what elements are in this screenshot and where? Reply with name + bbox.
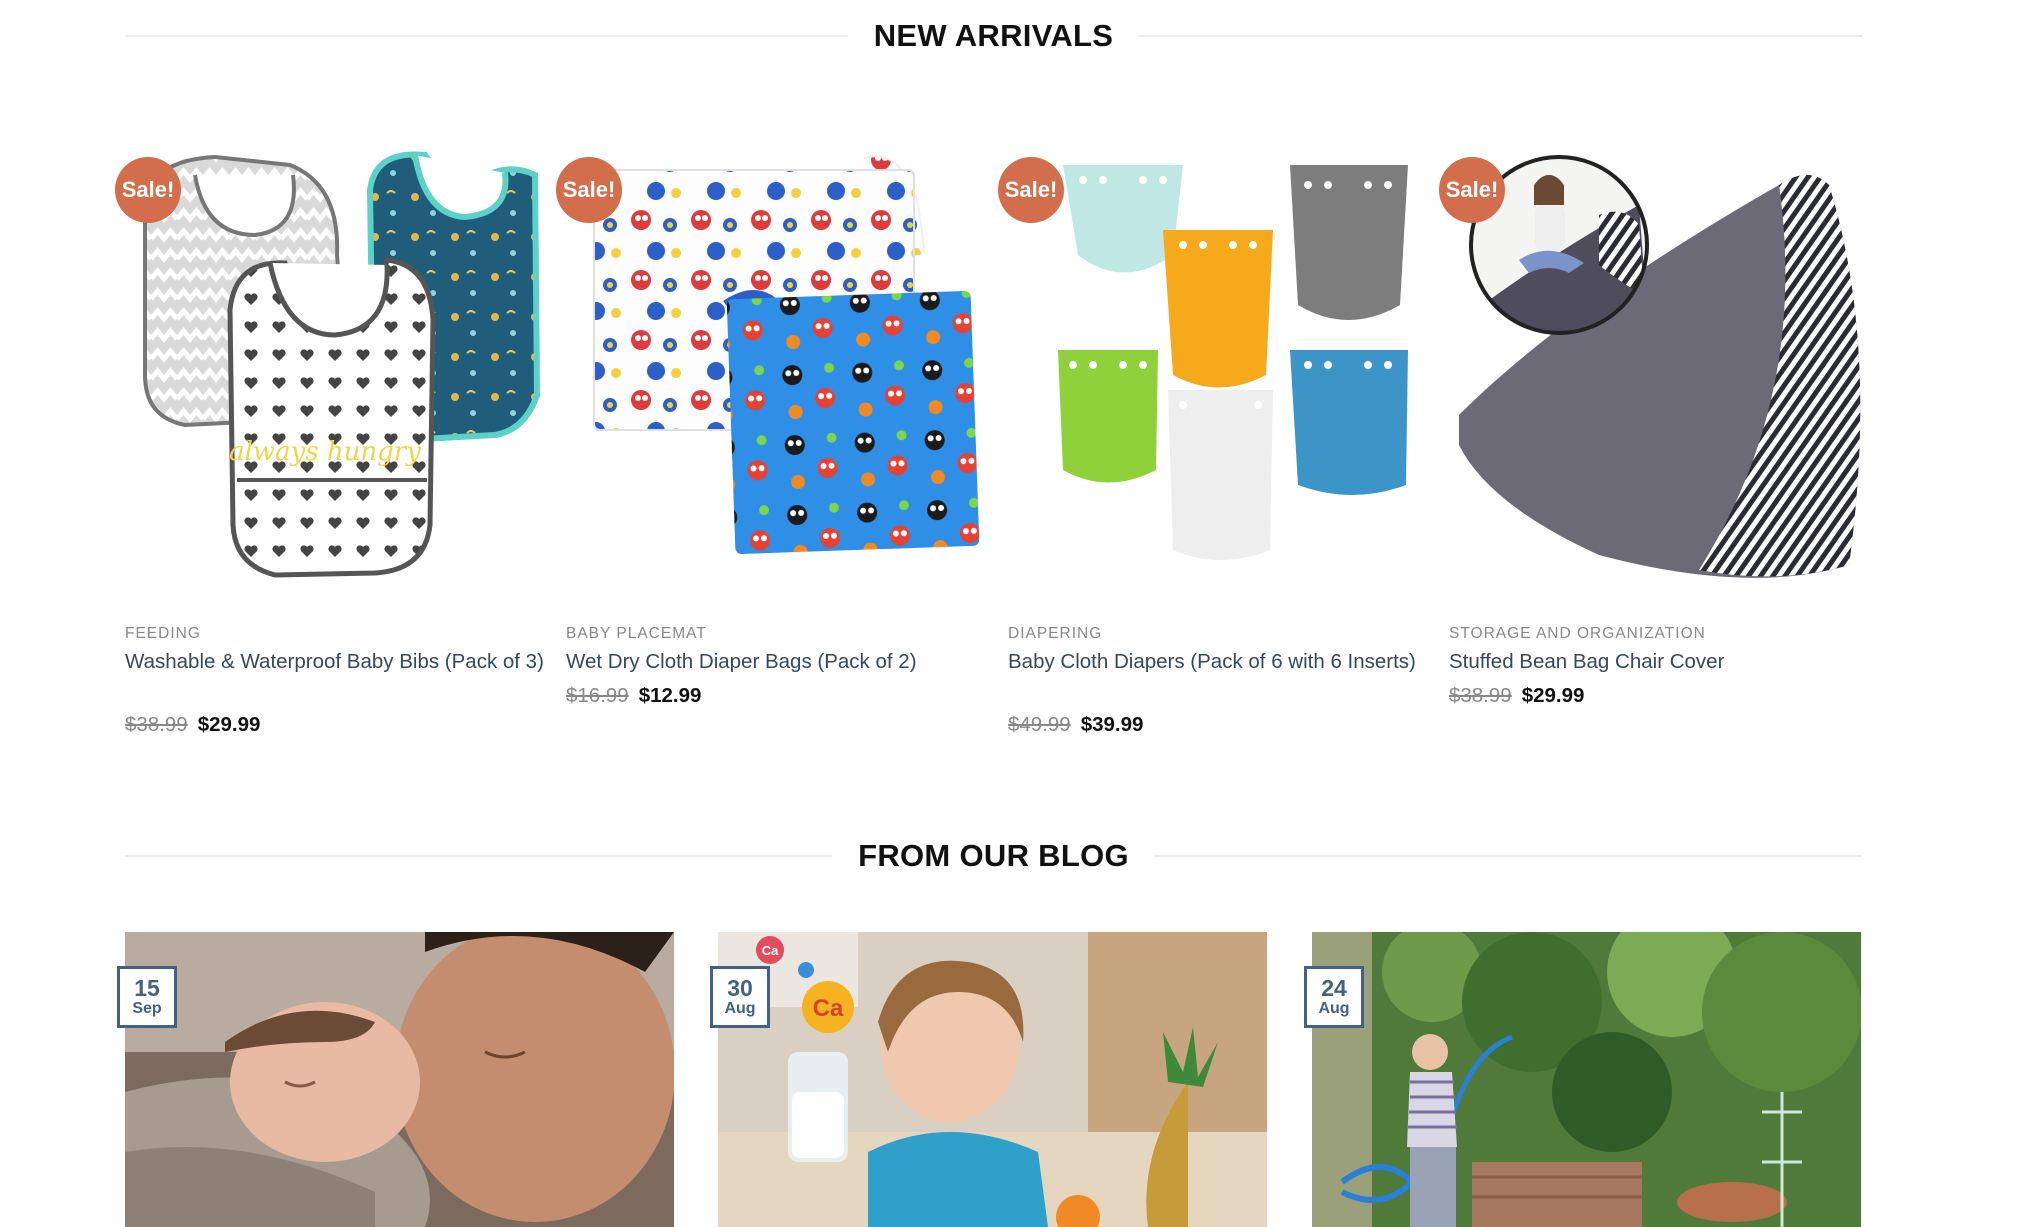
product-price: $16.99 $12.99 <box>566 682 985 710</box>
blog-post-image[interactable]: Ca Ca <box>718 932 1267 1227</box>
post-date-badge: 15 Sep <box>117 966 177 1028</box>
post-day: 15 <box>134 975 160 1001</box>
bib-print-text: always hungry <box>229 437 421 467</box>
product-category[interactable]: DIAPERING <box>1008 625 1427 643</box>
blog-header: FROM OUR BLOG <box>125 838 1863 874</box>
post-date-badge: 24 Aug <box>1304 966 1364 1028</box>
calcium-large-text: Ca <box>813 995 844 1022</box>
calcium-small-text: Ca <box>762 943 779 958</box>
divider <box>125 855 833 857</box>
sale-price: $39.99 <box>1080 713 1144 736</box>
post-day: 24 <box>1321 975 1347 1001</box>
post-date-badge: 30 Aug <box>710 966 770 1028</box>
blog-post-image[interactable] <box>1312 932 1861 1227</box>
product-title[interactable]: Baby Cloth Diapers (Pack of 6 with 6 Ins… <box>1008 647 1427 676</box>
divider <box>125 35 848 37</box>
product-image-cloth-diapers[interactable] <box>1008 145 1427 585</box>
old-price: $38.99 <box>1449 684 1512 707</box>
new-arrivals-title: NEW ARRIVALS <box>873 18 1114 53</box>
post-month: Sep <box>132 1000 162 1017</box>
sale-badge: Sale! <box>556 157 622 223</box>
product-price: $38.99 $29.99 <box>1449 682 1868 710</box>
post-day: 30 <box>727 975 753 1001</box>
diaper <box>1163 230 1273 388</box>
post-month: Aug <box>724 1000 756 1017</box>
product-category[interactable]: STORAGE AND ORGANIZATION <box>1449 625 1868 643</box>
sale-price: $29.99 <box>197 713 261 736</box>
diaper <box>1058 350 1158 483</box>
new-arrivals-header: NEW ARRIVALS <box>125 18 1863 54</box>
blog-title: FROM OUR BLOG <box>858 838 1129 873</box>
product-title[interactable]: Wet Dry Cloth Diaper Bags (Pack of 2) <box>566 647 985 676</box>
sale-badge: Sale! <box>1439 157 1505 223</box>
sale-price: $29.99 <box>1521 684 1585 707</box>
old-price: $49.99 <box>1008 713 1071 736</box>
post-month: Aug <box>1318 1000 1350 1017</box>
diaper <box>1290 165 1408 320</box>
diaper <box>1290 350 1408 495</box>
old-price: $16.99 <box>566 684 629 707</box>
old-price: $38.99 <box>125 713 188 736</box>
sale-badge: Sale! <box>998 157 1064 223</box>
sale-price: $12.99 <box>638 684 702 707</box>
product-image-diaper-bags[interactable] <box>566 145 985 585</box>
product-title[interactable]: Washable & Waterproof Baby Bibs (Pack of… <box>125 647 544 676</box>
sale-badge: Sale! <box>115 157 181 223</box>
blog-post-image[interactable] <box>125 932 674 1227</box>
diaper <box>1168 390 1273 560</box>
divider <box>1139 35 1863 37</box>
product-title[interactable]: Stuffed Bean Bag Chair Cover <box>1449 647 1868 676</box>
product-category[interactable]: FEEDING <box>125 625 544 643</box>
product-category[interactable]: BABY PLACEMAT <box>566 625 985 643</box>
product-price: $49.99 $39.99 <box>1008 711 1427 739</box>
product-price: $38.99 $29.99 <box>125 711 544 739</box>
product-image-bibs[interactable]: always hungry <box>125 145 544 585</box>
divider <box>1154 855 1863 857</box>
product-image-bean-bag[interactable] <box>1449 145 1868 585</box>
